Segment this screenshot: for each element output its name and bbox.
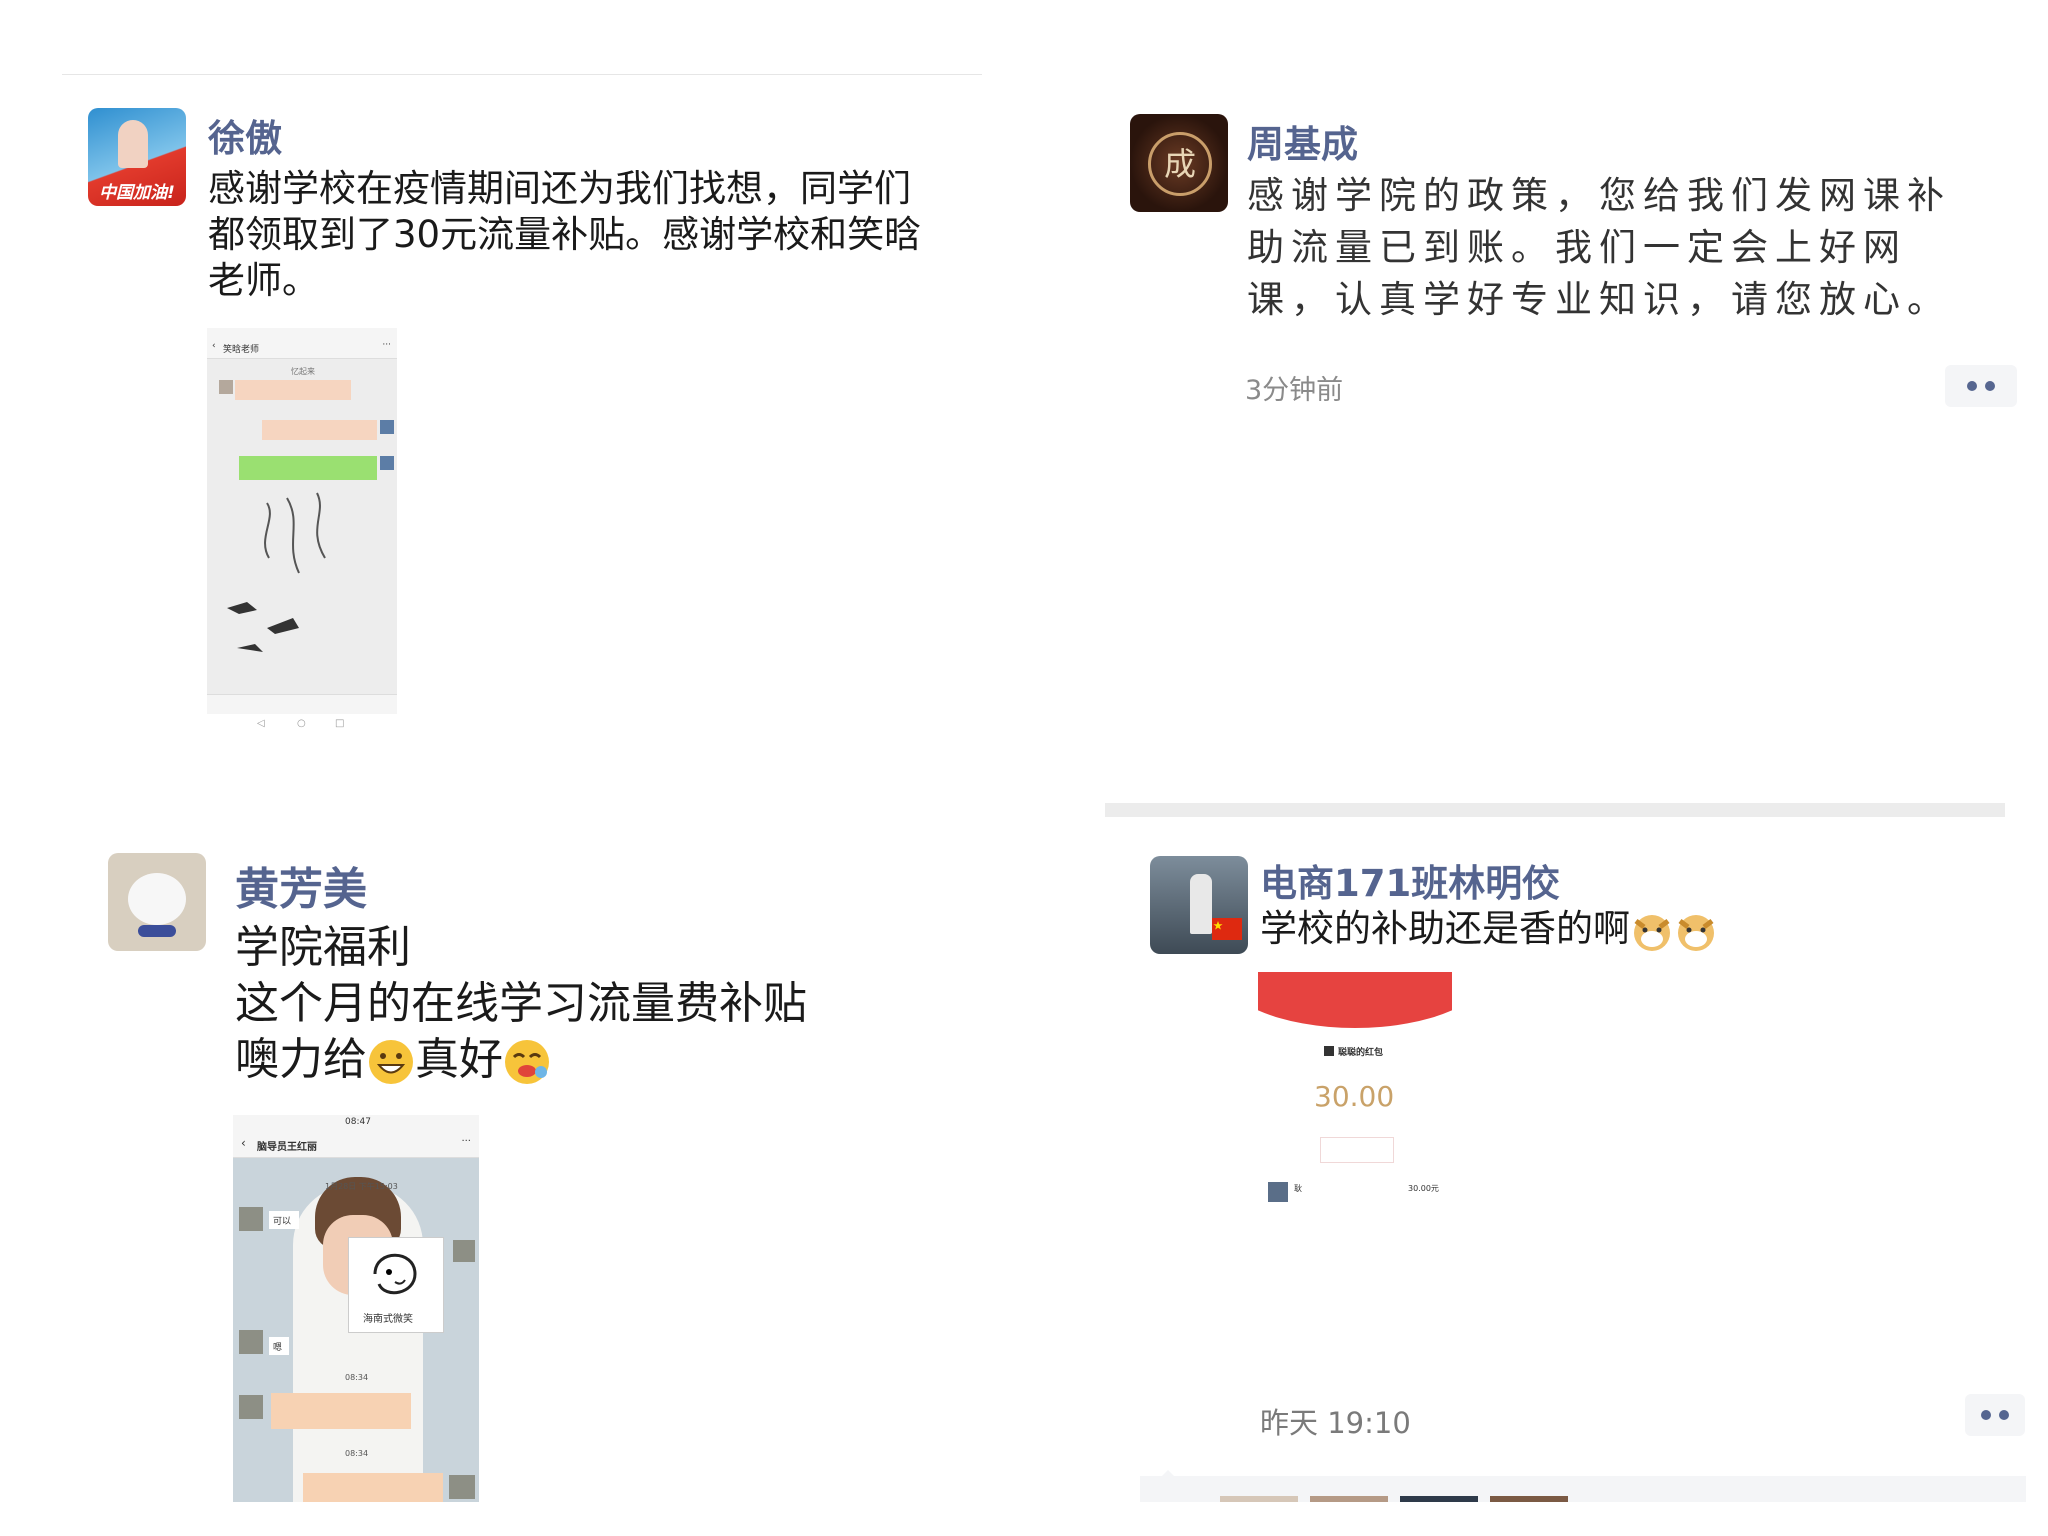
liker-avatar[interactable] — [1310, 1496, 1388, 1502]
nav-home-icon: ○ — [297, 718, 306, 729]
ink-horse — [227, 602, 299, 652]
likes-pointer — [1160, 1470, 1176, 1478]
post-text-content: 学校的补助还是香的啊 — [1260, 907, 1630, 950]
top-divider — [62, 74, 982, 75]
laugh-emoji — [505, 1040, 549, 1084]
receiver-name: 耿 — [1294, 1184, 1302, 1193]
post-text: 学院福利 这个月的在线学习流量费补贴 噢力给 真好 — [235, 920, 807, 1088]
sticker: 海南式微笑 — [348, 1237, 444, 1333]
more-icon — [1981, 1410, 1991, 1420]
post-line: 噢力给 真好 — [235, 1032, 807, 1088]
receiver-amount: 30.00元 — [1408, 1184, 1439, 1193]
message-text: 嗯 — [273, 1343, 283, 1353]
back-icon: ‹ — [241, 1136, 246, 1150]
chat-header: ‹ 脑导员王红丽 ··· — [233, 1131, 479, 1158]
chat-time: 08:34 — [345, 1449, 369, 1458]
ink-painting-wallpaper — [227, 492, 326, 652]
post-time: 3分钟前 — [1245, 375, 1344, 406]
avatar-small — [449, 1475, 475, 1499]
status-time: 08:47 — [345, 1117, 371, 1127]
transfer-bubble — [271, 1393, 411, 1429]
avatar[interactable] — [1150, 856, 1248, 954]
avatar-small — [239, 1330, 263, 1354]
ink-stroke — [264, 492, 326, 574]
liker-avatar[interactable] — [1400, 1496, 1478, 1502]
author-name[interactable]: 徐傲 — [208, 108, 282, 162]
post-text: 感谢学校在疫情期间还为我们找想，同学们都领取到了30元流量补贴。感谢学校和笑晗老… — [208, 167, 922, 302]
use-balance-button[interactable] — [1320, 1137, 1394, 1163]
more-icon-dot — [1999, 1410, 2009, 1420]
red-packet-screenshot-image[interactable]: 聪聪的红包 30.00 耿 30.00元 — [1258, 972, 1452, 1217]
contact-name: 脑导员王红丽 — [257, 1142, 317, 1153]
post-line: 学院福利 — [235, 922, 411, 973]
avatar-pet — [128, 873, 186, 925]
avatar[interactable] — [108, 853, 206, 951]
more-button[interactable] — [1965, 1394, 2025, 1436]
avatar-collar — [138, 925, 176, 937]
liker-avatar[interactable] — [1220, 1496, 1298, 1502]
post-text: 感谢学院的政策，您给我们发网课补助流量已到账。我们一定会上好网课，认真学好专业知… — [1247, 174, 1951, 321]
post-line: 这个月的在线学习流量费补贴 — [235, 978, 807, 1029]
author-name[interactable]: 黄芳美 — [235, 853, 367, 917]
avatar-figure — [118, 120, 148, 168]
likes-area — [1140, 1470, 2026, 1502]
more-icon — [1967, 381, 1977, 391]
avatar-person — [1190, 874, 1212, 934]
liker-avatar[interactable] — [1490, 1496, 1568, 1502]
section-divider — [1105, 803, 2005, 817]
transfer-bubble — [303, 1473, 443, 1502]
doge-emoji — [1678, 914, 1714, 951]
sender-avatar — [1324, 1046, 1334, 1056]
chat-input-bar — [207, 694, 397, 715]
post-line-text: 真好 — [415, 1034, 503, 1085]
china-flag-icon — [1212, 918, 1242, 940]
more-icon: ··· — [461, 1136, 471, 1147]
avatar-emblem: 成 — [1148, 132, 1212, 196]
red-packet-header — [1258, 972, 1452, 1028]
chat-time: 08:34 — [345, 1373, 369, 1382]
sticker-face-icon — [373, 1253, 417, 1295]
more-button[interactable] — [1945, 365, 2017, 407]
nav-bar: ◁ ○ □ — [207, 714, 397, 736]
message-bubble: 嗯 — [269, 1337, 289, 1355]
grin-emoji — [369, 1040, 413, 1084]
more-icon-dot — [1985, 381, 1995, 391]
avatar[interactable]: 中国加油! — [88, 108, 186, 206]
author-name[interactable]: 电商171班林明佼 — [1260, 853, 1559, 907]
doge-emoji — [1634, 914, 1670, 951]
avatar-caption: 中国加油! — [99, 183, 175, 203]
nav-recent-icon: □ — [335, 718, 345, 729]
post-time: 昨天 19:10 — [1260, 1406, 1411, 1440]
author-name[interactable]: 周基成 — [1247, 114, 1358, 168]
nav-back-icon: ◁ — [257, 718, 265, 729]
red-packet-title: 聪聪的红包 — [1338, 1048, 1384, 1058]
status-bar: 08:47 — [233, 1115, 479, 1131]
avatar-small — [239, 1395, 263, 1419]
chat-screenshot-image[interactable]: 08:47 ‹ 脑导员王红丽 ··· 1月28日 下午15:03 可以 海南式微… — [233, 1115, 479, 1502]
receiver-avatar — [1268, 1182, 1288, 1202]
message-text: 可以 — [273, 1217, 292, 1227]
sticker-caption: 海南式微笑 — [363, 1314, 413, 1325]
message-bubble: 可以 — [269, 1211, 299, 1229]
chat-screenshot-image[interactable]: ‹ 笑晗老师 ··· 忆起来 ◁ ○ □ — [207, 328, 397, 736]
post-text: 学校的补助还是香的啊 — [1260, 906, 1718, 953]
avatar-small — [239, 1207, 263, 1231]
post-line-text: 噢力给 — [235, 1034, 367, 1085]
chat-date: 1月28日 下午15:03 — [325, 1182, 398, 1191]
red-packet-amount: 30.00 — [1314, 1080, 1395, 1113]
avatar[interactable]: 成 — [1130, 114, 1228, 212]
avatar-small — [453, 1240, 475, 1262]
